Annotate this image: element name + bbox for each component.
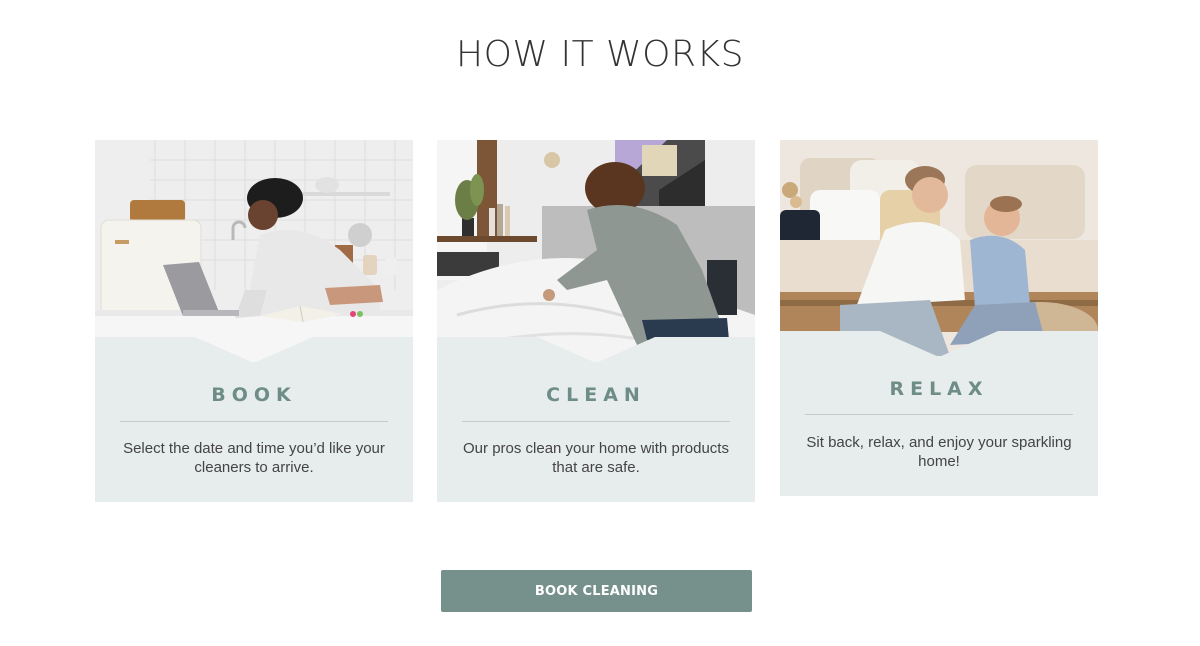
woman-making-bed-photo — [437, 140, 755, 362]
card-notch — [437, 337, 755, 362]
step-divider — [120, 421, 388, 422]
step-heading: CLEAN — [546, 384, 646, 406]
woman-laptop-kitchen-photo — [95, 140, 413, 362]
step-card-book: BOOK Select the date and time you’d like… — [95, 140, 413, 502]
step-description: Sit back, relax, and enjoy your sparklin… — [806, 434, 1072, 470]
step-divider — [805, 414, 1073, 415]
mother-child-sofa-photo — [780, 140, 1098, 356]
book-cleaning-button[interactable]: BOOK CLEANING — [441, 570, 752, 612]
step-description: Select the date and time you’d like your… — [123, 440, 385, 476]
section-title: HOW IT WORKS — [456, 34, 744, 75]
step-heading: RELAX — [889, 378, 989, 400]
card-notch — [780, 331, 1098, 356]
card-notch — [95, 337, 413, 362]
step-card-clean: CLEAN Our pros clean your home with prod… — [437, 140, 755, 502]
step-description: Our pros clean your home with products t… — [463, 440, 729, 476]
step-card-relax: RELAX Sit back, relax, and enjoy your sp… — [780, 140, 1098, 496]
step-heading: BOOK — [211, 384, 297, 406]
step-divider — [462, 421, 730, 422]
